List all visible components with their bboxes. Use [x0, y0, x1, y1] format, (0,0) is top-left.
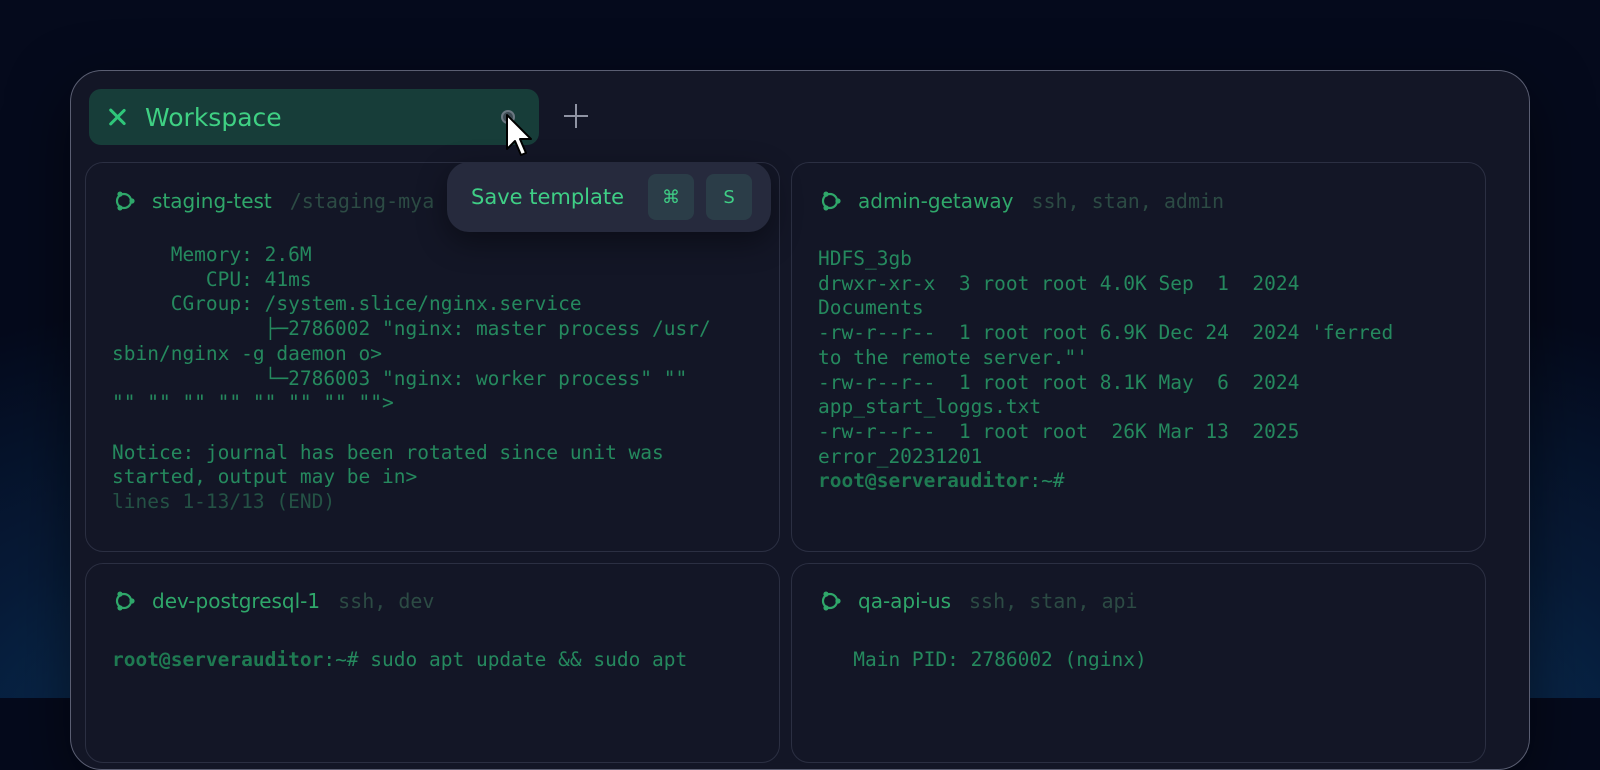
ubuntu-icon: [821, 591, 841, 611]
mouse-pointer-icon: [506, 114, 532, 156]
shell-prompt-suffix: :~#: [1029, 469, 1065, 493]
terminal-output: Main PID: 2786002 (nginx): [818, 648, 1465, 673]
terminal-line: Memory: 2.6M: [112, 243, 312, 266]
terminal-pane-dev-postgresql-1[interactable]: dev-postgresql-1 ssh, dev root@serveraud…: [85, 563, 780, 763]
terminal-line: -rw-r--r-- 1 root root 8.1K May 6 2024: [818, 370, 1300, 394]
save-template-popover[interactable]: Save template ⌘ S: [447, 162, 771, 232]
terminal-line: HDFS_3gb: [818, 247, 912, 270]
tab-title: Workspace: [145, 102, 282, 132]
terminal-output: Memory: 2.6M CPU: 41ms CGroup: /system.s…: [112, 243, 759, 515]
host-name: staging-test: [152, 189, 272, 213]
terminal-output: root@serverauditor:~# sudo apt update &&…: [112, 648, 759, 673]
host-tags: ssh, dev: [338, 589, 435, 613]
terminal-line: Main PID: 2786002 (nginx): [818, 648, 1147, 671]
save-template-label[interactable]: Save template: [471, 185, 624, 209]
pane-header: admin-getaway ssh, stan, admin: [818, 189, 1224, 213]
terminal-line: started, output may be in>: [112, 465, 418, 489]
ubuntu-icon: [115, 191, 135, 211]
host-tags: ssh, stan, api: [969, 589, 1138, 613]
close-icon[interactable]: [105, 105, 129, 129]
terminal-line: -rw-r--r-- 1 root root 6.9K Dec 24 2024 …: [818, 321, 1394, 345]
terminal-line: CGroup: /system.slice/nginx.service: [112, 292, 582, 316]
pager-status: lines 1-13/13 (END): [112, 490, 336, 514]
s-key-badge: S: [706, 174, 753, 220]
host-name: dev-postgresql-1: [152, 589, 321, 613]
terminal-line: CPU: 41ms: [112, 267, 312, 291]
terminal-line: └─2786003 "nginx: worker process" "": [112, 366, 688, 390]
host-tags: ssh, stan, admin: [1031, 189, 1225, 213]
shell-prompt: root@serverauditor: [818, 469, 1030, 493]
terminal-line: to the remote server."': [818, 345, 1089, 369]
add-tab-icon[interactable]: [563, 103, 589, 129]
terminal-line: drwxr-xr-x 3 root root 4.0K Sep 1 2024: [818, 271, 1300, 295]
workspace-window: Workspace staging-test /staging-mya Memo…: [70, 70, 1530, 770]
terminal-pane-qa-api-us[interactable]: qa-api-us ssh, stan, api Main PID: 27860…: [791, 563, 1486, 763]
ubuntu-icon: [115, 591, 135, 611]
tab-workspace[interactable]: Workspace: [89, 89, 539, 145]
terminal-line: Notice: journal has been rotated since u…: [112, 440, 664, 464]
ubuntu-icon: [821, 191, 841, 211]
pane-header: qa-api-us ssh, stan, api: [818, 589, 1138, 613]
terminal-pane-admin-getaway[interactable]: admin-getaway ssh, stan, admin HDFS_3gb …: [791, 162, 1486, 552]
shell-prompt: root@serverauditor: [112, 648, 324, 671]
host-name: qa-api-us: [858, 589, 951, 613]
host-name: admin-getaway: [858, 189, 1014, 213]
terminal-output: HDFS_3gb drwxr-xr-x 3 root root 4.0K Sep…: [818, 247, 1465, 494]
pane-header: dev-postgresql-1 ssh, dev: [112, 589, 434, 613]
terminal-line: Documents: [818, 296, 924, 320]
command-key-icon: ⌘: [648, 174, 695, 220]
host-tags: /staging-mya: [289, 189, 435, 213]
pane-header: staging-test /staging-mya: [112, 189, 434, 213]
terminal-line: app_start_loggs.txt: [818, 395, 1042, 419]
terminal-line: -rw-r--r-- 1 root root 26K Mar 13 2025: [818, 419, 1300, 443]
terminal-line: error_20231201: [818, 444, 983, 468]
shell-command: :~# sudo apt update && sudo apt: [323, 648, 688, 671]
terminal-line: sbin/nginx -g daemon o>: [112, 341, 383, 365]
terminal-line: "" "" "" "" "" "" "" "">: [112, 391, 394, 415]
terminal-line: ├─2786002 "nginx: master process /usr/: [112, 317, 711, 341]
